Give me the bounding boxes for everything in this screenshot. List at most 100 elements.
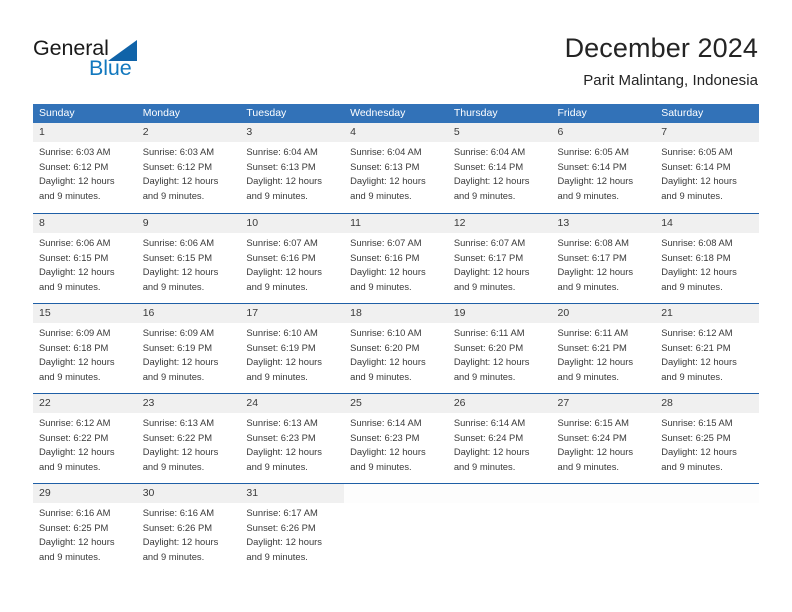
day-info: Sunrise: 6:17 AM Sunset: 6:26 PM Daylight:… xyxy=(246,506,341,564)
sunrise-text: Sunrise: 6:16 AM xyxy=(142,507,215,518)
calendar-day-cell[interactable]: 25 Sunrise: 6:14 AM Sunset: 6:23 PM Dayligh… xyxy=(344,394,448,483)
calendar-day-cell[interactable]: 28 Sunrise: 6:15 AM Sunset: 6:25 PM Dayligh… xyxy=(655,394,759,483)
calendar-day-cell[interactable]: 16 Sunrise: 6:09 AM Sunset: 6:19 PM Dayligh… xyxy=(136,304,241,393)
day-number: 10 xyxy=(246,217,259,229)
day-number: 25 xyxy=(350,397,362,409)
sunset-text: Sunset: 6:14 PM xyxy=(453,160,524,172)
sunset-text: Sunset: 6:21 PM xyxy=(557,341,627,353)
day-number: 26 xyxy=(453,397,466,409)
calendar-day-cell[interactable]: 23 Sunrise: 6:13 AM Sunset: 6:22 PM Dayligh… xyxy=(136,394,241,483)
calendar-day-cell[interactable]: 14 Sunrise: 6:08 AM Sunset: 6:18 PM Dayligh… xyxy=(655,214,759,303)
calendar-day-cell[interactable]: 12 Sunrise: 6:07 AM Sunset: 6:17 PM Dayligh… xyxy=(447,214,552,303)
calendar-day-cell[interactable]: 10 Sunrise: 6:07 AM Sunset: 6:16 PM Dayligh… xyxy=(240,214,345,303)
sunset-text: Sunset: 6:23 PM xyxy=(350,431,420,443)
calendar-day-cell-empty xyxy=(655,484,759,573)
calendar-day-cell[interactable]: 21 Sunrise: 6:12 AM Sunset: 6:21 PM Dayligh… xyxy=(655,304,759,393)
calendar-day-cell[interactable]: 11 Sunrise: 6:07 AM Sunset: 6:16 PM Dayligh… xyxy=(344,214,448,303)
calendar-day-cell[interactable]: 5 Sunrise: 6:04 AM Sunset: 6:14 PM Daylight… xyxy=(447,123,552,212)
calendar-day-cell[interactable]: 17 Sunrise: 6:10 AM Sunset: 6:19 PM Dayligh… xyxy=(240,304,345,393)
sunset-text: Sunset: 6:21 PM xyxy=(661,341,731,353)
day-info: Sunrise: 6:13 AM Sunset: 6:23 PM Daylight:… xyxy=(246,416,341,474)
daylight-text-line1: Daylight: 12 hours xyxy=(246,356,322,368)
calendar-day-cell[interactable]: 19 Sunrise: 6:11 AM Sunset: 6:20 PM Dayligh… xyxy=(447,304,552,393)
daylight-text-line1: Daylight: 12 hours xyxy=(350,446,426,458)
day-number-band xyxy=(447,123,552,142)
calendar-day-cell-empty xyxy=(551,484,656,573)
day-info: Sunrise: 6:07 AM Sunset: 6:16 PM Daylight:… xyxy=(350,236,445,294)
calendar-day-cell[interactable]: 31 Sunrise: 6:17 AM Sunset: 6:26 PM Dayligh… xyxy=(240,484,345,573)
daylight-text-line2: and 9 minutes. xyxy=(142,370,205,382)
calendar-week-row: 29 Sunrise: 6:16 AM Sunset: 6:25 PM Dayligh… xyxy=(33,483,759,573)
calendar-day-cell[interactable]: 13 Sunrise: 6:08 AM Sunset: 6:17 PM Dayligh… xyxy=(551,214,656,303)
daylight-text-line1: Daylight: 12 hours xyxy=(661,446,737,458)
calendar-day-cell[interactable]: 2 Sunrise: 6:03 AM Sunset: 6:12 PM Daylight… xyxy=(136,123,241,212)
daylight-text-line2: and 9 minutes. xyxy=(246,460,308,472)
day-number: 31 xyxy=(246,487,259,499)
daylight-text-line2: and 9 minutes. xyxy=(661,460,723,472)
daylight-text-line1: Daylight: 12 hours xyxy=(142,356,219,368)
day-number: 20 xyxy=(557,307,570,319)
daylight-text-line2: and 9 minutes. xyxy=(39,280,101,292)
sunset-text: Sunset: 6:18 PM xyxy=(661,251,731,263)
page-header: General Blue December 2024 Parit Malinta… xyxy=(0,0,792,100)
sunrise-text: Sunrise: 6:12 AM xyxy=(39,417,111,428)
daylight-text-line1: Daylight: 12 hours xyxy=(453,356,530,368)
sunrise-text: Sunrise: 6:14 AM xyxy=(453,417,526,428)
sunset-text: Sunset: 6:18 PM xyxy=(39,341,109,353)
calendar-page: General Blue December 2024 Parit Malinta… xyxy=(0,0,792,612)
sunset-text: Sunset: 6:24 PM xyxy=(453,431,524,443)
daylight-text-line2: and 9 minutes. xyxy=(661,280,723,292)
calendar-day-cell[interactable]: 4 Sunrise: 6:04 AM Sunset: 6:13 PM Daylight… xyxy=(344,123,448,212)
daylight-text-line1: Daylight: 12 hours xyxy=(142,536,219,548)
calendar-day-cell[interactable]: 22 Sunrise: 6:12 AM Sunset: 6:22 PM Dayligh… xyxy=(33,394,137,483)
day-info: Sunrise: 6:07 AM Sunset: 6:17 PM Daylight:… xyxy=(454,236,549,294)
daylight-text-line1: Daylight: 12 hours xyxy=(39,175,115,187)
day-number: 12 xyxy=(453,217,466,229)
day-number: 21 xyxy=(661,307,673,319)
calendar-day-cell[interactable]: 27 Sunrise: 6:15 AM Sunset: 6:24 PM Dayligh… xyxy=(551,394,656,483)
day-info: Sunrise: 6:11 AM Sunset: 6:21 PM Daylight:… xyxy=(558,326,653,384)
day-number-band xyxy=(551,484,656,503)
sunrise-text: Sunrise: 6:06 AM xyxy=(39,237,111,248)
calendar-day-cell[interactable]: 1 Sunrise: 6:03 AM Sunset: 6:12 PM Daylight… xyxy=(33,123,137,212)
daylight-text-line1: Daylight: 12 hours xyxy=(39,536,115,548)
daylight-text-line1: Daylight: 12 hours xyxy=(142,266,219,278)
calendar-day-cell[interactable]: 3 Sunrise: 6:04 AM Sunset: 6:13 PM Daylight… xyxy=(240,123,345,212)
calendar-day-cell[interactable]: 7 Sunrise: 6:05 AM Sunset: 6:14 PM Daylight… xyxy=(655,123,759,212)
sunrise-text: Sunrise: 6:14 AM xyxy=(350,417,422,428)
calendar-day-cell[interactable]: 20 Sunrise: 6:11 AM Sunset: 6:21 PM Dayligh… xyxy=(551,304,656,393)
day-number-band xyxy=(33,214,137,233)
sunrise-text: Sunrise: 6:04 AM xyxy=(453,146,526,157)
sunrise-text: Sunrise: 6:12 AM xyxy=(661,327,733,338)
day-info: Sunrise: 6:11 AM Sunset: 6:20 PM Daylight:… xyxy=(454,326,549,384)
calendar-day-cell[interactable]: 26 Sunrise: 6:14 AM Sunset: 6:24 PM Dayligh… xyxy=(447,394,552,483)
day-number: 30 xyxy=(142,487,155,499)
day-info: Sunrise: 6:09 AM Sunset: 6:18 PM Daylight:… xyxy=(39,326,134,384)
weekday-header-thursday: Thursday xyxy=(453,107,498,119)
calendar-day-cell[interactable]: 8 Sunrise: 6:06 AM Sunset: 6:15 PM Daylight… xyxy=(33,214,137,303)
daylight-text-line1: Daylight: 12 hours xyxy=(557,356,634,368)
calendar-week-row: 22 Sunrise: 6:12 AM Sunset: 6:22 PM Dayligh… xyxy=(33,393,759,483)
sunset-text: Sunset: 6:24 PM xyxy=(557,431,627,443)
daylight-text-line1: Daylight: 12 hours xyxy=(557,175,634,187)
calendar-day-cell[interactable]: 15 Sunrise: 6:09 AM Sunset: 6:18 PM Dayligh… xyxy=(33,304,137,393)
day-number: 16 xyxy=(142,307,155,319)
day-number: 19 xyxy=(453,307,466,319)
general-blue-logo[interactable]: General Blue xyxy=(33,36,233,84)
sunrise-text: Sunrise: 6:13 AM xyxy=(246,417,318,428)
day-number-band xyxy=(655,484,759,503)
calendar-day-cell[interactable]: 18 Sunrise: 6:10 AM Sunset: 6:20 PM Dayligh… xyxy=(344,304,448,393)
calendar-day-cell[interactable]: 9 Sunrise: 6:06 AM Sunset: 6:15 PM Daylight… xyxy=(136,214,241,303)
calendar-day-cell[interactable]: 29 Sunrise: 6:16 AM Sunset: 6:25 PM Dayligh… xyxy=(33,484,137,573)
calendar-day-cell[interactable]: 30 Sunrise: 6:16 AM Sunset: 6:26 PM Dayligh… xyxy=(136,484,241,573)
sunrise-text: Sunrise: 6:04 AM xyxy=(350,146,422,157)
daylight-text-line2: and 9 minutes. xyxy=(39,189,101,201)
sunset-text: Sunset: 6:26 PM xyxy=(246,521,316,533)
calendar-day-cell[interactable]: 24 Sunrise: 6:13 AM Sunset: 6:23 PM Dayligh… xyxy=(240,394,345,483)
daylight-text-line1: Daylight: 12 hours xyxy=(246,536,322,548)
sunrise-text: Sunrise: 6:17 AM xyxy=(246,507,318,518)
calendar-day-cell[interactable]: 6 Sunrise: 6:05 AM Sunset: 6:14 PM Daylight… xyxy=(551,123,656,212)
daylight-text-line1: Daylight: 12 hours xyxy=(39,356,115,368)
day-number: 8 xyxy=(39,217,45,229)
daylight-text-line1: Daylight: 12 hours xyxy=(246,175,322,187)
